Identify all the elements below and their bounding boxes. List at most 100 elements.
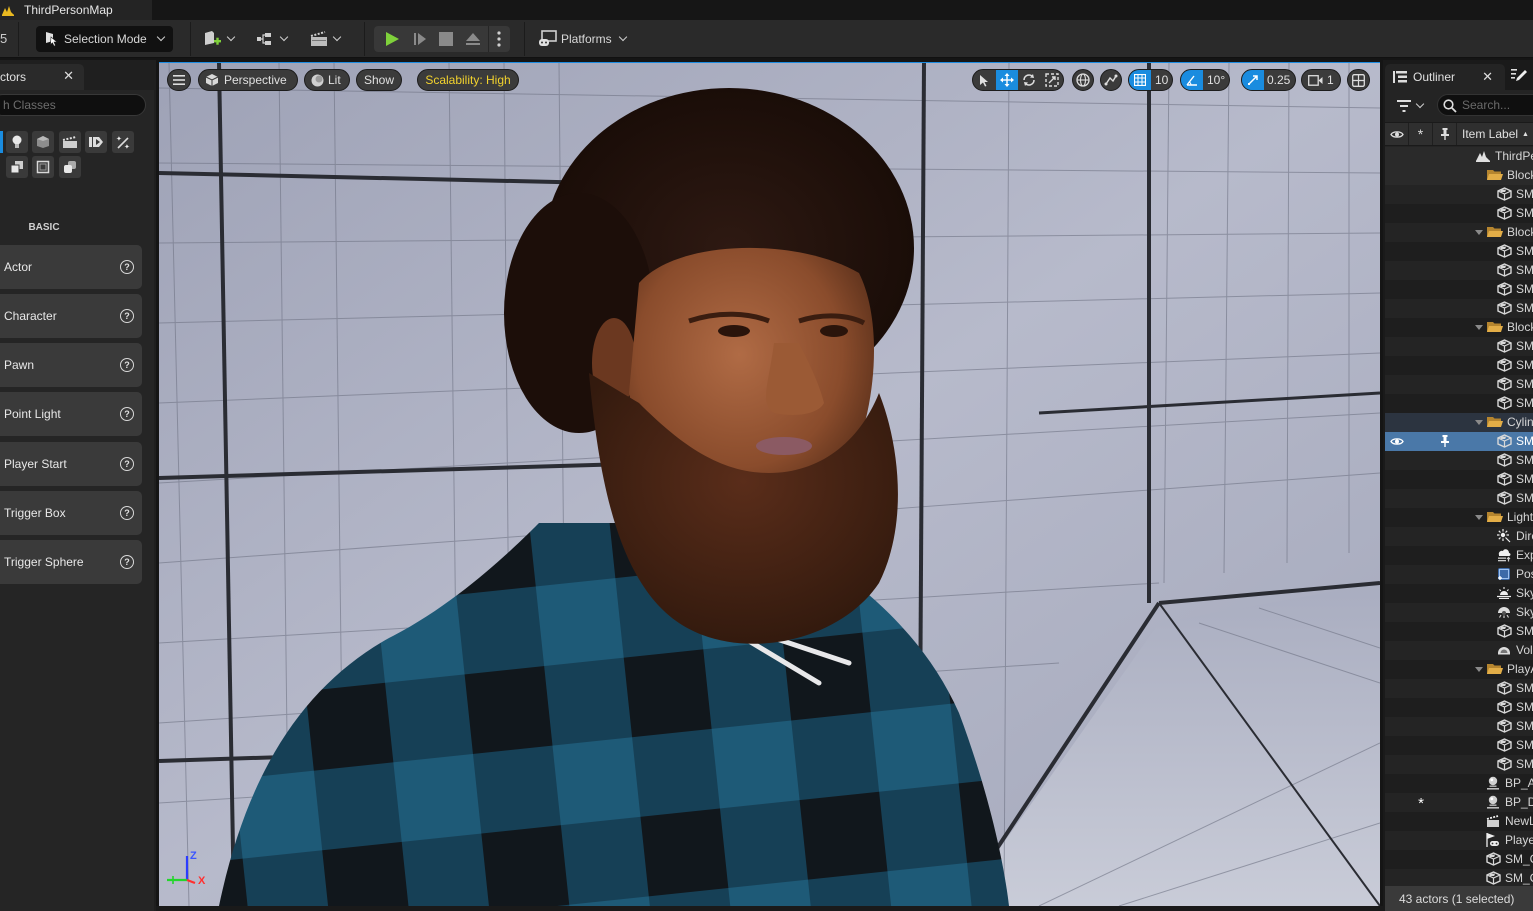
show-button[interactable]: Show [356,69,402,91]
outliner-row[interactable]: SM_Cube [1385,299,1533,318]
outliner-row[interactable]: BP_A [1385,774,1533,793]
outliner-row[interactable]: SM_Cube [1385,356,1533,375]
outliner-row[interactable]: SM_Cube [1385,736,1533,755]
outliner-row[interactable]: SM_Cube [1385,755,1533,774]
shapes-cube-icon[interactable] [32,131,54,153]
item-label-column[interactable]: Item Label ▲ [1457,123,1533,145]
scalability-button[interactable]: Scalability: High [417,69,519,91]
outliner-row[interactable]: VolumetricCloud [1385,641,1533,660]
camera-speed-button[interactable]: 1 [1301,69,1341,91]
help-icon[interactable]: ? [120,309,134,323]
expand-arrow-icon[interactable] [1475,515,1483,520]
actor-item-trigger-sphere[interactable]: Trigger Sphere ? [0,540,142,584]
visual-effects-icon[interactable] [85,131,107,153]
outliner-folder-row[interactable]: Blockout [1385,166,1533,185]
grid-snap-control[interactable]: 10 [1128,69,1173,91]
geometry-icon[interactable] [59,156,81,178]
help-icon[interactable]: ? [120,260,134,274]
help-icon[interactable]: ? [120,457,134,471]
view-mode-button[interactable]: Lit [304,69,350,91]
outliner-row[interactable]: SM_Cube [1385,869,1533,887]
translate-tool-button[interactable] [995,70,1018,90]
outliner-row[interactable]: SM_Cube [1385,698,1533,717]
selection-mode-dropdown[interactable]: Selection Mode [36,26,173,52]
level-viewport[interactable]: Perspective Lit Show Scalability: High 1… [159,63,1380,906]
light-bulb-icon[interactable] [6,131,28,153]
grid-snap-toggle[interactable] [1129,70,1151,90]
outliner-row[interactable]: SM_Cylinder [1385,432,1533,451]
filter-button[interactable] [1397,98,1429,114]
outliner-row[interactable]: ThirdPersonMap [1385,147,1533,166]
outliner-row[interactable]: SM_Cube [1385,242,1533,261]
actor-item-pawn[interactable]: Pawn ? [0,343,142,387]
expand-arrow-icon[interactable] [1475,325,1483,330]
outliner-row[interactable]: SM_Cylinder [1385,489,1533,508]
platforms-dropdown[interactable]: Platforms [538,26,627,52]
outliner-row[interactable]: SM_Cube [1385,185,1533,204]
search-classes-input[interactable]: h Classes [0,94,146,116]
help-icon[interactable]: ? [120,506,134,520]
outliner-row[interactable]: SM_Cylinder [1385,451,1533,470]
actor-item-character[interactable]: Character ? [0,294,142,338]
outliner-folder-row[interactable]: Blockout [1385,318,1533,337]
outliner-row[interactable]: NewLevelSequence [1385,812,1533,831]
details-tab[interactable] [1511,68,1529,84]
outliner-row[interactable]: ExponentialHeightFog [1385,546,1533,565]
stop-button[interactable] [434,26,458,52]
outliner-row[interactable]: SM_Cube [1385,850,1533,869]
all-classes-icon[interactable] [6,156,28,178]
close-icon[interactable]: ✕ [1482,69,1493,85]
blueprints-button[interactable] [256,26,289,52]
play-button[interactable] [380,26,404,52]
outliner-row[interactable]: DirectionalLight [1385,527,1533,546]
outliner-row[interactable]: SM_Cube [1385,261,1533,280]
scale-snap-toggle[interactable] [1242,70,1264,90]
outliner-folder-row[interactable]: Lighting [1385,508,1533,527]
outliner-row[interactable]: SM_Cube [1385,204,1533,223]
perspective-button[interactable]: Perspective [198,69,298,91]
outliner-row[interactable]: SM_Cube [1385,337,1533,356]
actor-item-player-start[interactable]: Player Start ? [0,442,142,486]
outliner-row[interactable]: SM_Cube [1385,375,1533,394]
close-icon[interactable]: ✕ [63,68,74,84]
coordinate-system-button[interactable] [1072,69,1094,91]
help-icon[interactable]: ? [120,358,134,372]
cinematics-button[interactable] [309,26,342,52]
actor-item-point-light[interactable]: Point Light ? [0,392,142,436]
visibility-eye-icon[interactable] [1389,433,1405,449]
favorite-column[interactable]: * [1409,123,1433,145]
viewport-options-button[interactable] [167,69,191,91]
help-icon[interactable]: ? [120,407,134,421]
add-content-button[interactable] [203,26,236,52]
recently-placed-icon[interactable] [0,131,3,153]
actor-item-trigger-box[interactable]: Trigger Box ? [0,491,142,535]
volumes-icon[interactable] [32,156,54,178]
star-icon[interactable]: * [1413,795,1429,812]
expand-arrow-icon[interactable] [1475,420,1483,425]
expand-arrow-icon[interactable] [1475,230,1483,235]
outliner-row[interactable]: SM_Cylinder [1385,470,1533,489]
outliner-row[interactable]: PlayerStart [1385,831,1533,850]
outliner-row[interactable]: SkyAtmosphere [1385,584,1533,603]
scale-snap-control[interactable]: 0.25 [1241,69,1296,91]
outliner-row[interactable]: SM_Cube [1385,394,1533,413]
actor-item-actor[interactable]: Actor ? [0,245,142,289]
magic-wand-icon[interactable]: ✦ ✦ [112,131,134,153]
outliner-row[interactable]: SM_Cube [1385,280,1533,299]
outliner-tab[interactable]: Outliner ✕ [1385,64,1505,90]
outliner-row[interactable]: SM_Cube [1385,717,1533,736]
pin-column[interactable] [1433,123,1457,145]
rotation-snap-control[interactable]: 10° [1180,69,1230,91]
viewport-layout-button[interactable] [1347,69,1370,91]
outliner-row[interactable]: BP_D * [1385,793,1533,812]
rotate-tool-button[interactable] [1018,70,1041,90]
cinematic-clapper-icon[interactable] [59,131,81,153]
outliner-row[interactable]: SkyLight [1385,603,1533,622]
outliner-folder-row[interactable]: PlayArea [1385,660,1533,679]
surface-snapping-button[interactable] [1100,69,1122,91]
scale-tool-button[interactable] [1041,70,1064,90]
outliner-folder-row[interactable]: Cylinders [1385,413,1533,432]
advance-frame-button[interactable] [408,26,432,52]
place-actors-tab[interactable]: ctors ✕ [0,64,84,90]
eject-button[interactable] [461,26,485,52]
